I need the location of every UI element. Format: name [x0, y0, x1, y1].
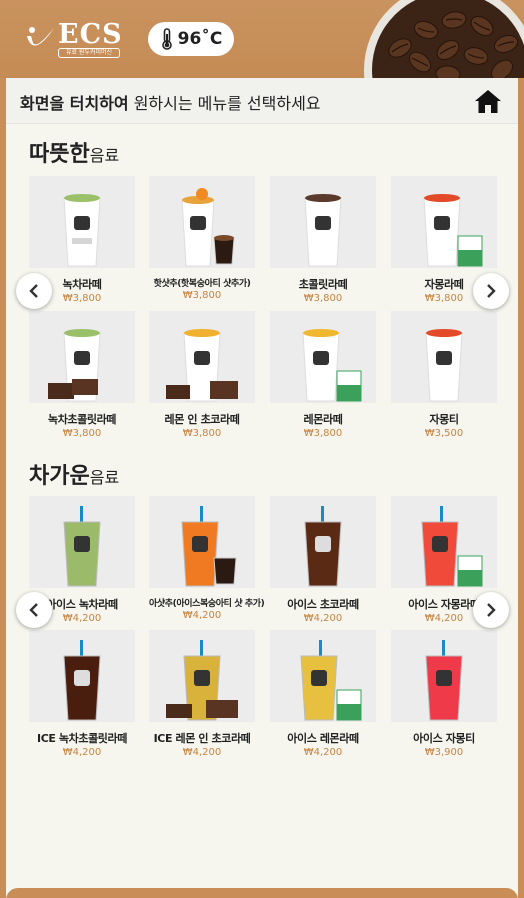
drink-image — [391, 176, 497, 268]
menu-item-iced-lemon-latte[interactable]: 아이스 레몬라떼 ₩4,200 — [270, 630, 376, 758]
ecs-logo: ECS 유료 원두커피머신 — [24, 20, 124, 58]
item-name: 아이스 레몬라떼 — [287, 732, 359, 745]
item-price: ₩3,800 — [62, 428, 102, 439]
drink-image — [391, 311, 497, 403]
home-icon — [475, 90, 501, 113]
chevron-left-icon — [29, 284, 38, 298]
instruction-text: 화면을 터치하여 원하시는 메뉴를 선택하세요 — [20, 90, 321, 114]
menu-item-green-tea-choco-latte[interactable]: 녹차초콜릿라떼 ₩3,800 — [29, 311, 135, 439]
chevron-left-icon — [29, 603, 38, 617]
item-price: ₩3,900 — [424, 747, 464, 758]
hot-title-main: 따뜻한 — [29, 142, 90, 167]
item-price: ₩4,200 — [303, 747, 343, 758]
drink-image — [29, 311, 135, 403]
item-name: 아이스 자몽티 — [413, 732, 475, 745]
item-price: ₩3,800 — [182, 290, 222, 301]
item-price: ₩4,200 — [182, 610, 222, 621]
drink-image — [391, 496, 497, 588]
cold-title-sub: 음료 — [89, 468, 120, 487]
top-header: ECS 유료 원두커피머신 96˚C — [0, 0, 524, 78]
item-price: ₩4,200 — [303, 613, 343, 624]
drink-image — [29, 176, 135, 268]
item-name: 레몬 인 초코라떼 — [164, 413, 240, 426]
menu-item-iced-shot-peach-tea[interactable]: 아샷추(아이스복숭아티 샷 추가) ₩4,200 — [149, 496, 265, 621]
menu-item-lemon-in-choco-latte[interactable]: 레몬 인 초코라떼 ₩3,800 — [149, 311, 255, 439]
bottom-bar — [6, 888, 518, 898]
home-button[interactable] — [472, 86, 504, 116]
drink-image — [29, 630, 135, 722]
menu-item-lemon-latte[interactable]: 레몬라떼 ₩3,800 — [270, 311, 376, 439]
menu-item-iced-choco-latte[interactable]: 아이스 초코라떼 ₩4,200 — [270, 496, 376, 624]
logo-text: ECS — [58, 19, 123, 50]
drink-image — [270, 311, 376, 403]
item-name: 아이스 초코라떼 — [287, 598, 359, 611]
instruction-bold: 화면을 터치하여 — [20, 94, 129, 113]
item-name: 아샷추(아이스복숭아티 샷 추가) — [149, 599, 265, 609]
menu-item-hot-shot-peach-tea[interactable]: 핫샷추(핫복숭아티 샷추가) ₩3,800 — [149, 176, 255, 301]
item-name: 녹차초콜릿라떼 — [47, 413, 117, 426]
thermometer-icon — [161, 28, 172, 50]
item-price: ₩4,200 — [62, 747, 102, 758]
drink-image — [391, 630, 497, 722]
drink-image — [149, 496, 255, 588]
instruction-rest: 원하시는 메뉴를 선택하세요 — [128, 94, 321, 113]
drink-image — [29, 496, 135, 588]
menu-item-iced-grapefruit-tea[interactable]: 아이스 자몽티 ₩3,900 — [391, 630, 497, 758]
chevron-right-icon — [487, 284, 496, 298]
drink-image — [149, 630, 255, 722]
cold-next-button[interactable] — [473, 592, 509, 628]
drink-image — [270, 176, 376, 268]
item-price: ₩4,200 — [182, 747, 222, 758]
menu-item-ice-green-tea-choco-latte[interactable]: ICE 녹차초콜릿라떼 ₩4,200 — [29, 630, 135, 758]
cold-section-title: 차가운음료 — [29, 458, 119, 490]
item-price: ₩3,500 — [424, 428, 464, 439]
hot-section-title: 따뜻한음료 — [29, 136, 119, 168]
menu-panel: 화면을 터치하여 원하시는 메뉴를 선택하세요 따뜻한음료 녹차라떼 ₩3,80… — [6, 78, 518, 898]
hot-prev-button[interactable] — [16, 273, 52, 309]
item-name: 자몽티 — [429, 413, 459, 426]
menu-item-chocolate-latte[interactable]: 초콜릿라떼 ₩3,800 — [270, 176, 376, 304]
chevron-right-icon — [487, 603, 496, 617]
hot-next-button[interactable] — [473, 273, 509, 309]
hot-title-sub: 음료 — [89, 146, 120, 165]
instruction-bar: 화면을 터치하여 원하시는 메뉴를 선택하세요 — [6, 78, 518, 124]
cold-title-main: 차가운 — [29, 464, 90, 489]
drink-image — [270, 496, 376, 588]
temperature-badge: 96˚C — [148, 22, 234, 56]
drink-image — [149, 311, 255, 403]
item-name: ICE 녹차초콜릿라떼 — [37, 732, 127, 745]
logo-mark-icon — [27, 27, 54, 46]
item-name: ICE 레몬 인 초코라떼 — [153, 732, 251, 745]
drink-image — [149, 176, 255, 268]
menu-item-grapefruit-tea[interactable]: 자몽티 ₩3,500 — [391, 311, 497, 439]
item-price: ₩3,800 — [182, 428, 222, 439]
item-price: ₩3,800 — [303, 293, 343, 304]
coffee-beans-image — [364, 0, 524, 78]
item-name: 핫샷추(핫복숭아티 샷추가) — [153, 279, 251, 289]
item-price: ₩3,800 — [303, 428, 343, 439]
drink-image — [270, 630, 376, 722]
logo-subtitle: 유료 원두커피머신 — [58, 48, 120, 58]
item-name: 레몬라떼 — [303, 413, 343, 426]
cold-prev-button[interactable] — [16, 592, 52, 628]
item-name: 초콜릿라떼 — [298, 278, 348, 291]
temperature-value: 96˚C — [177, 29, 223, 49]
menu-item-ice-lemon-in-choco-latte[interactable]: ICE 레몬 인 초코라떼 ₩4,200 — [149, 630, 255, 758]
